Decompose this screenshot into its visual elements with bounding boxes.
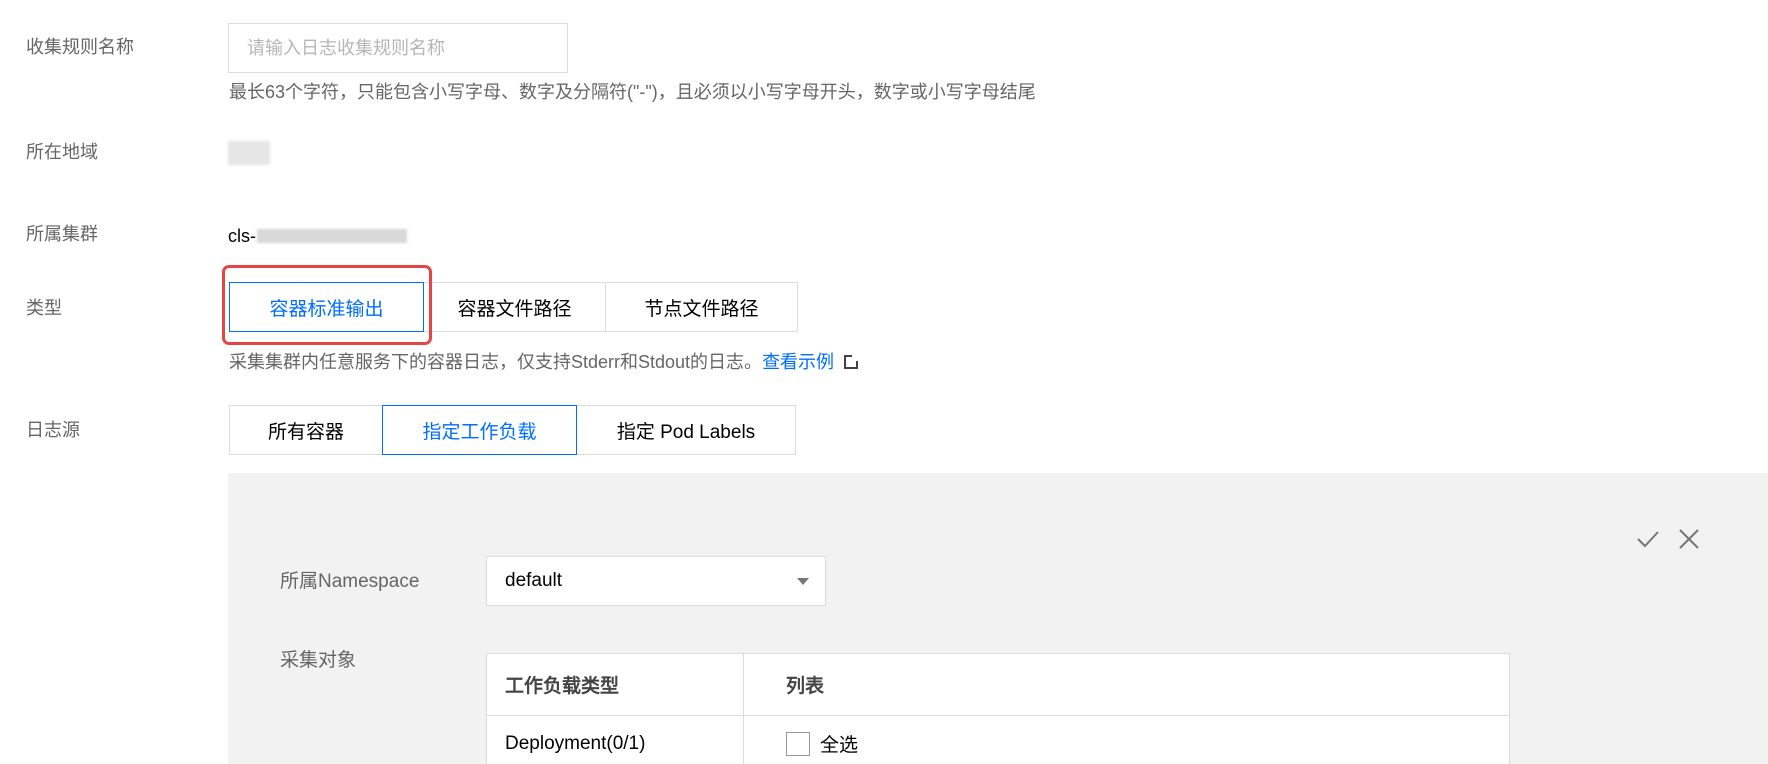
workload-type-cell[interactable]: Deployment(0/1)	[487, 716, 744, 764]
select-all-checkbox[interactable]	[786, 731, 810, 756]
list-cell: 全选	[744, 716, 1509, 764]
chevron-down-icon	[797, 578, 809, 585]
close-icon[interactable]	[1678, 528, 1700, 550]
rule-name-input[interactable]	[228, 23, 568, 73]
log-source-option-all[interactable]: 所有容器	[229, 405, 383, 455]
select-all-label[interactable]: 全选	[820, 730, 858, 757]
region-label: 所在地域	[26, 142, 98, 162]
cluster-id-prefix: cls-	[228, 226, 256, 246]
rule-name-label: 收集规则名称	[26, 37, 134, 57]
type-option-stdout[interactable]: 容器标准输出	[229, 282, 424, 332]
cluster-label: 所属集群	[26, 224, 98, 244]
check-icon[interactable]	[1636, 527, 1660, 551]
table-header-row: 工作负载类型 列表	[487, 654, 1509, 716]
rule-name-hint: 最长63个字符，只能包含小写字母、数字及分隔符("-")，且必须以小写字母开头，…	[229, 82, 1036, 102]
log-source-label: 日志源	[26, 420, 80, 440]
table-header-workload-type: 工作负载类型	[487, 654, 744, 715]
workload-config-panel: 所属Namespace default 采集对象 工作负载类型 列表 Deplo…	[228, 473, 1768, 764]
type-segmented-control: 容器标准输出 容器文件路径 节点文件路径	[229, 282, 798, 332]
cluster-id-redacted	[257, 229, 407, 243]
namespace-label: 所属Namespace	[280, 571, 420, 592]
type-description-text: 采集集群内任意服务下的容器日志，仅支持Stderr和Stdout的日志。	[229, 352, 763, 372]
log-source-segmented-control: 所有容器 指定工作负载 指定 Pod Labels	[229, 405, 796, 455]
collect-target-label: 采集对象	[280, 650, 357, 671]
namespace-select-value: default	[505, 570, 563, 591]
panel-actions	[1636, 527, 1700, 551]
region-value-redacted	[228, 141, 270, 165]
cluster-value: cls-	[228, 224, 407, 248]
log-collection-rule-form: 收集规则名称 最长63个字符，只能包含小写字母、数字及分隔符("-")，且必须以…	[0, 0, 1768, 764]
type-label: 类型	[26, 298, 62, 318]
table-header-list: 列表	[786, 676, 825, 697]
namespace-select[interactable]: default	[486, 556, 826, 606]
type-option-container-file[interactable]: 容器文件路径	[423, 282, 606, 332]
workload-table: 工作负载类型 列表 Deployment(0/1) 全选	[486, 653, 1510, 764]
log-source-option-workload[interactable]: 指定工作负载	[382, 405, 577, 455]
type-option-node-file[interactable]: 节点文件路径	[605, 282, 798, 332]
view-example-link[interactable]: 查看示例	[762, 352, 834, 372]
external-link-icon[interactable]	[844, 354, 860, 369]
type-description: 采集集群内任意服务下的容器日志，仅支持Stderr和Stdout的日志。查看示例	[229, 350, 860, 374]
table-row: Deployment(0/1) 全选	[487, 716, 1509, 764]
log-source-option-pod-labels[interactable]: 指定 Pod Labels	[576, 405, 796, 455]
